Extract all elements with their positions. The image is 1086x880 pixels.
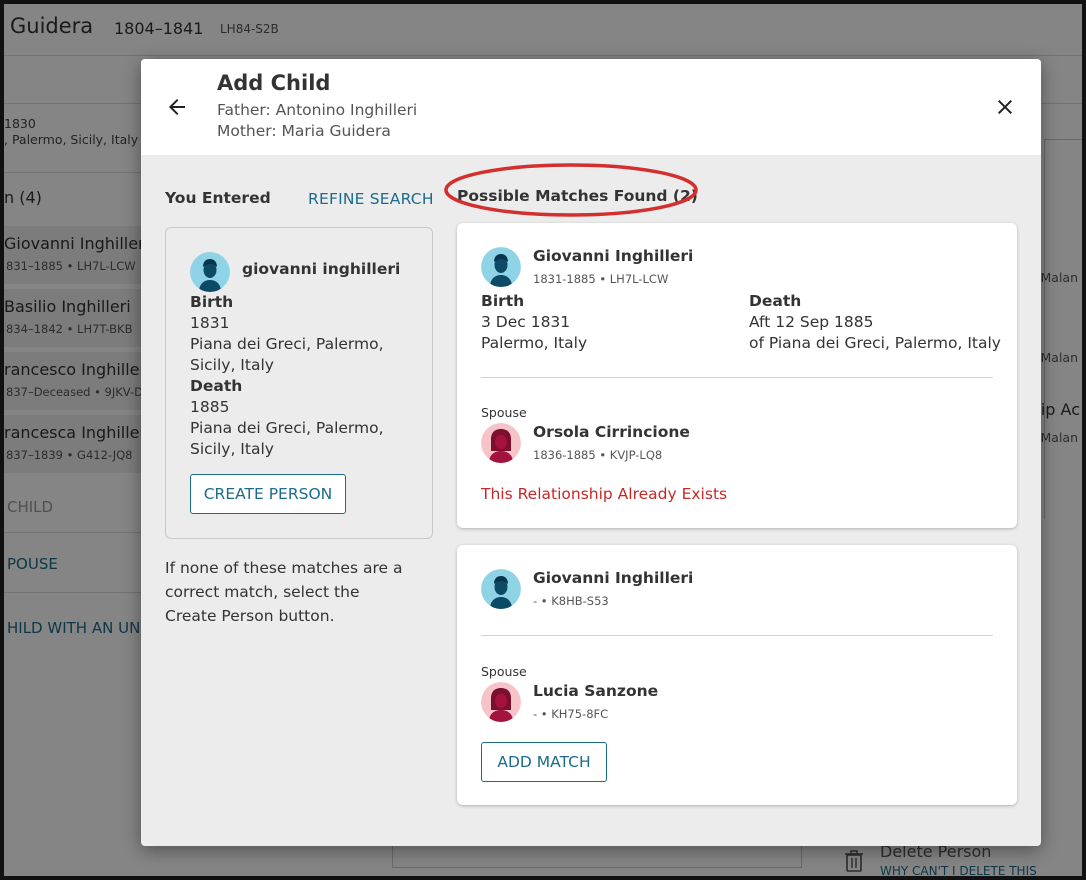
create-person-button[interactable]: CREATE PERSON [190, 474, 346, 514]
death-label: Death [190, 377, 243, 395]
female-avatar-icon [481, 682, 521, 722]
death-date: Aft 12 Sep 1885 [749, 313, 874, 331]
entered-name: giovanni inghilleri [242, 260, 401, 278]
match-death: Death Aft 12 Sep 1885 of Piana dei Greci… [749, 291, 1001, 354]
death-place: of Piana dei Greci, Palermo, Italy [749, 334, 1001, 352]
match-card: Giovanni Inghilleri 1831-1885 • LH7L-LCW… [457, 223, 1017, 528]
spouse-label: Spouse [481, 405, 527, 420]
you-entered-heading: You Entered [165, 189, 271, 207]
back-arrow-icon[interactable] [165, 95, 189, 119]
divider [481, 635, 993, 636]
spouse-name[interactable]: Orsola Cirrincione [533, 423, 690, 441]
dialog-title: Add Child [217, 71, 331, 95]
father-line: Father: Antonino Inghilleri [217, 101, 418, 119]
mother-line: Mother: Maria Guidera [217, 122, 391, 140]
match-birth: Birth 3 Dec 1831 Palermo, Italy [481, 291, 587, 354]
dialog-header: Add Child Father: Antonino Inghilleri Mo… [141, 59, 1041, 155]
refine-search-button[interactable]: REFINE SEARCH [308, 190, 434, 208]
death-date: 1885 [190, 398, 230, 416]
spouse-label: Spouse [481, 664, 527, 679]
relationship-exists-message: This Relationship Already Exists [481, 485, 728, 503]
divider [481, 377, 993, 378]
birth-date: 3 Dec 1831 [481, 313, 571, 331]
male-avatar-icon [481, 247, 521, 287]
match-card: Giovanni Inghilleri - • K8HB-S53 Spouse … [457, 545, 1017, 805]
male-avatar-icon [481, 569, 521, 609]
close-icon[interactable] [993, 95, 1017, 119]
match-meta: - • K8HB-S53 [533, 594, 609, 608]
match-name[interactable]: Giovanni Inghilleri [533, 569, 693, 587]
match-name[interactable]: Giovanni Inghilleri [533, 247, 693, 265]
entered-details: Birth 1831 Piana dei Greci, Palermo, Sic… [190, 292, 420, 460]
add-child-dialog: Add Child Father: Antonino Inghilleri Mo… [141, 59, 1041, 846]
match-meta: 1831-1885 • LH7L-LCW [533, 272, 669, 286]
death-label: Death [749, 292, 802, 310]
male-avatar-icon [190, 252, 230, 292]
entered-person-card: giovanni inghilleri Birth 1831 Piana dei… [165, 227, 433, 539]
birth-place: Palermo, Italy [481, 334, 588, 352]
female-avatar-icon [481, 423, 521, 463]
birth-place: Piana dei Greci, Palermo, Sicily, Italy [190, 335, 384, 374]
spouse-meta: - • KH75-8FC [533, 707, 609, 721]
birth-label: Birth [190, 293, 234, 311]
spouse-name[interactable]: Lucia Sanzone [533, 682, 658, 700]
add-match-button[interactable]: ADD MATCH [481, 742, 607, 782]
birth-date: 1831 [190, 314, 230, 332]
spouse-meta: 1836-1885 • KVJP-LQ8 [533, 448, 663, 462]
highlight-oval [444, 163, 698, 217]
create-person-hint: If none of these matches are a correct m… [165, 559, 403, 625]
death-place: Piana dei Greci, Palermo, Sicily, Italy [190, 419, 384, 458]
birth-label: Birth [481, 292, 525, 310]
